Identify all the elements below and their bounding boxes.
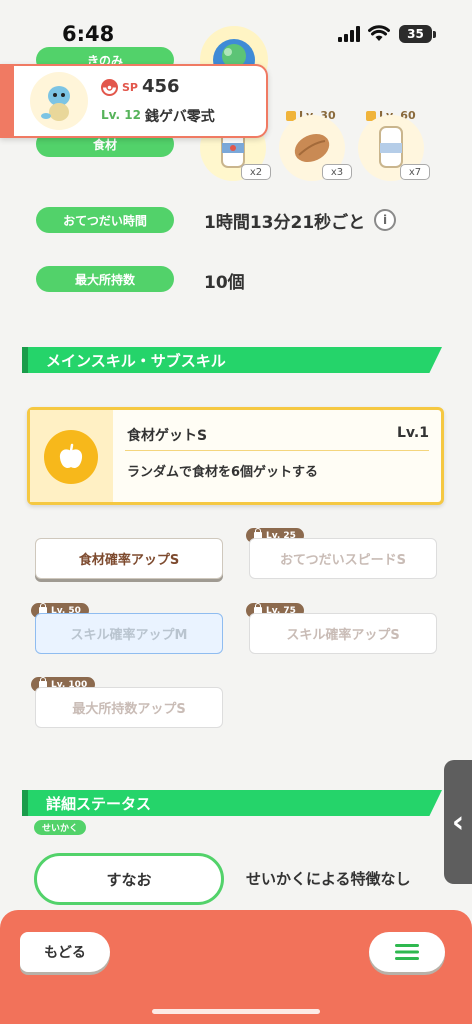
back-button[interactable]: もどる bbox=[20, 932, 110, 972]
ingredient-count-1: x2 bbox=[241, 164, 271, 180]
sub-skill-label-3: スキル確率アップM bbox=[70, 628, 188, 643]
pokemon-level: Lv. 12 bbox=[101, 108, 141, 122]
help-time-value: 1時間13分21秒ごと bbox=[204, 213, 366, 233]
header-accent bbox=[0, 64, 14, 138]
sp-label: SP bbox=[122, 81, 138, 94]
signal-icon bbox=[338, 26, 360, 42]
sp-value: 456 bbox=[142, 76, 180, 97]
info-icon[interactable]: i bbox=[374, 209, 396, 231]
nature-value: すなお bbox=[106, 870, 152, 889]
back-button-label: もどる bbox=[44, 945, 86, 961]
nature-description: せいかくによる特徴なし bbox=[246, 870, 411, 888]
chevron-left-icon: ‹ bbox=[451, 804, 465, 840]
side-drawer-tab[interactable]: ‹ bbox=[444, 760, 472, 884]
pokeball-icon bbox=[101, 79, 118, 96]
menu-button[interactable] bbox=[369, 932, 445, 972]
pokemon-icon bbox=[41, 86, 70, 121]
sub-skill-label-2: おてつだいスピードS bbox=[279, 553, 407, 568]
main-skill-icon bbox=[44, 430, 98, 484]
home-indicator[interactable] bbox=[152, 1009, 320, 1014]
status-time: 6:48 bbox=[62, 22, 115, 46]
skills-section-title: メインスキル・サブスキル bbox=[46, 352, 226, 370]
main-skill-name: 食材ゲットS bbox=[127, 428, 208, 444]
battery-tip bbox=[433, 31, 436, 38]
main-skill-divider bbox=[125, 450, 429, 451]
details-section-header: 詳細ステータス bbox=[22, 790, 442, 816]
hamburger-icon bbox=[395, 944, 419, 960]
nature-tag: せいかく bbox=[34, 820, 87, 835]
max-carry-label: 最大所持数 bbox=[36, 266, 174, 292]
sub-skill-button-3[interactable]: スキル確率アップM bbox=[35, 613, 223, 654]
sub-skill-label-1: 食材確率アップS bbox=[78, 553, 180, 568]
sub-skill-label-4: スキル確率アップS bbox=[286, 628, 400, 643]
sub-skill-button-2[interactable]: おてつだいスピードS bbox=[249, 538, 437, 579]
main-skill-level: Lv.1 bbox=[397, 425, 429, 441]
sub-skill-button-1[interactable]: 食材確率アップS bbox=[35, 538, 223, 579]
avatar bbox=[30, 72, 88, 130]
pokemon-name: 銭ゲバ零式 bbox=[145, 109, 215, 125]
ingredient-count-2: x3 bbox=[322, 164, 352, 180]
skills-section-header: メインスキル・サブスキル bbox=[22, 347, 442, 373]
section-bar-accent bbox=[22, 347, 28, 373]
help-time-label: おてつだい時間 bbox=[36, 207, 174, 233]
battery-icon: 35 bbox=[399, 25, 432, 43]
wifi-icon bbox=[368, 25, 390, 41]
max-carry-value: 10個 bbox=[204, 273, 245, 293]
nature-box: すなお bbox=[34, 853, 224, 905]
ingredient-count-3: x7 bbox=[400, 164, 430, 180]
sub-skill-label-5: 最大所持数アップS bbox=[72, 702, 186, 717]
battery-level: 35 bbox=[407, 27, 424, 41]
main-skill-description: ランダムで食材を6個ゲットする bbox=[127, 465, 319, 480]
details-section-title: 詳細ステータス bbox=[46, 795, 152, 813]
apple-icon bbox=[59, 443, 83, 468]
section-bar-accent bbox=[22, 790, 28, 816]
sub-skill-button-4[interactable]: スキル確率アップS bbox=[249, 613, 437, 654]
sub-skill-button-5[interactable]: 最大所持数アップS bbox=[35, 687, 223, 728]
